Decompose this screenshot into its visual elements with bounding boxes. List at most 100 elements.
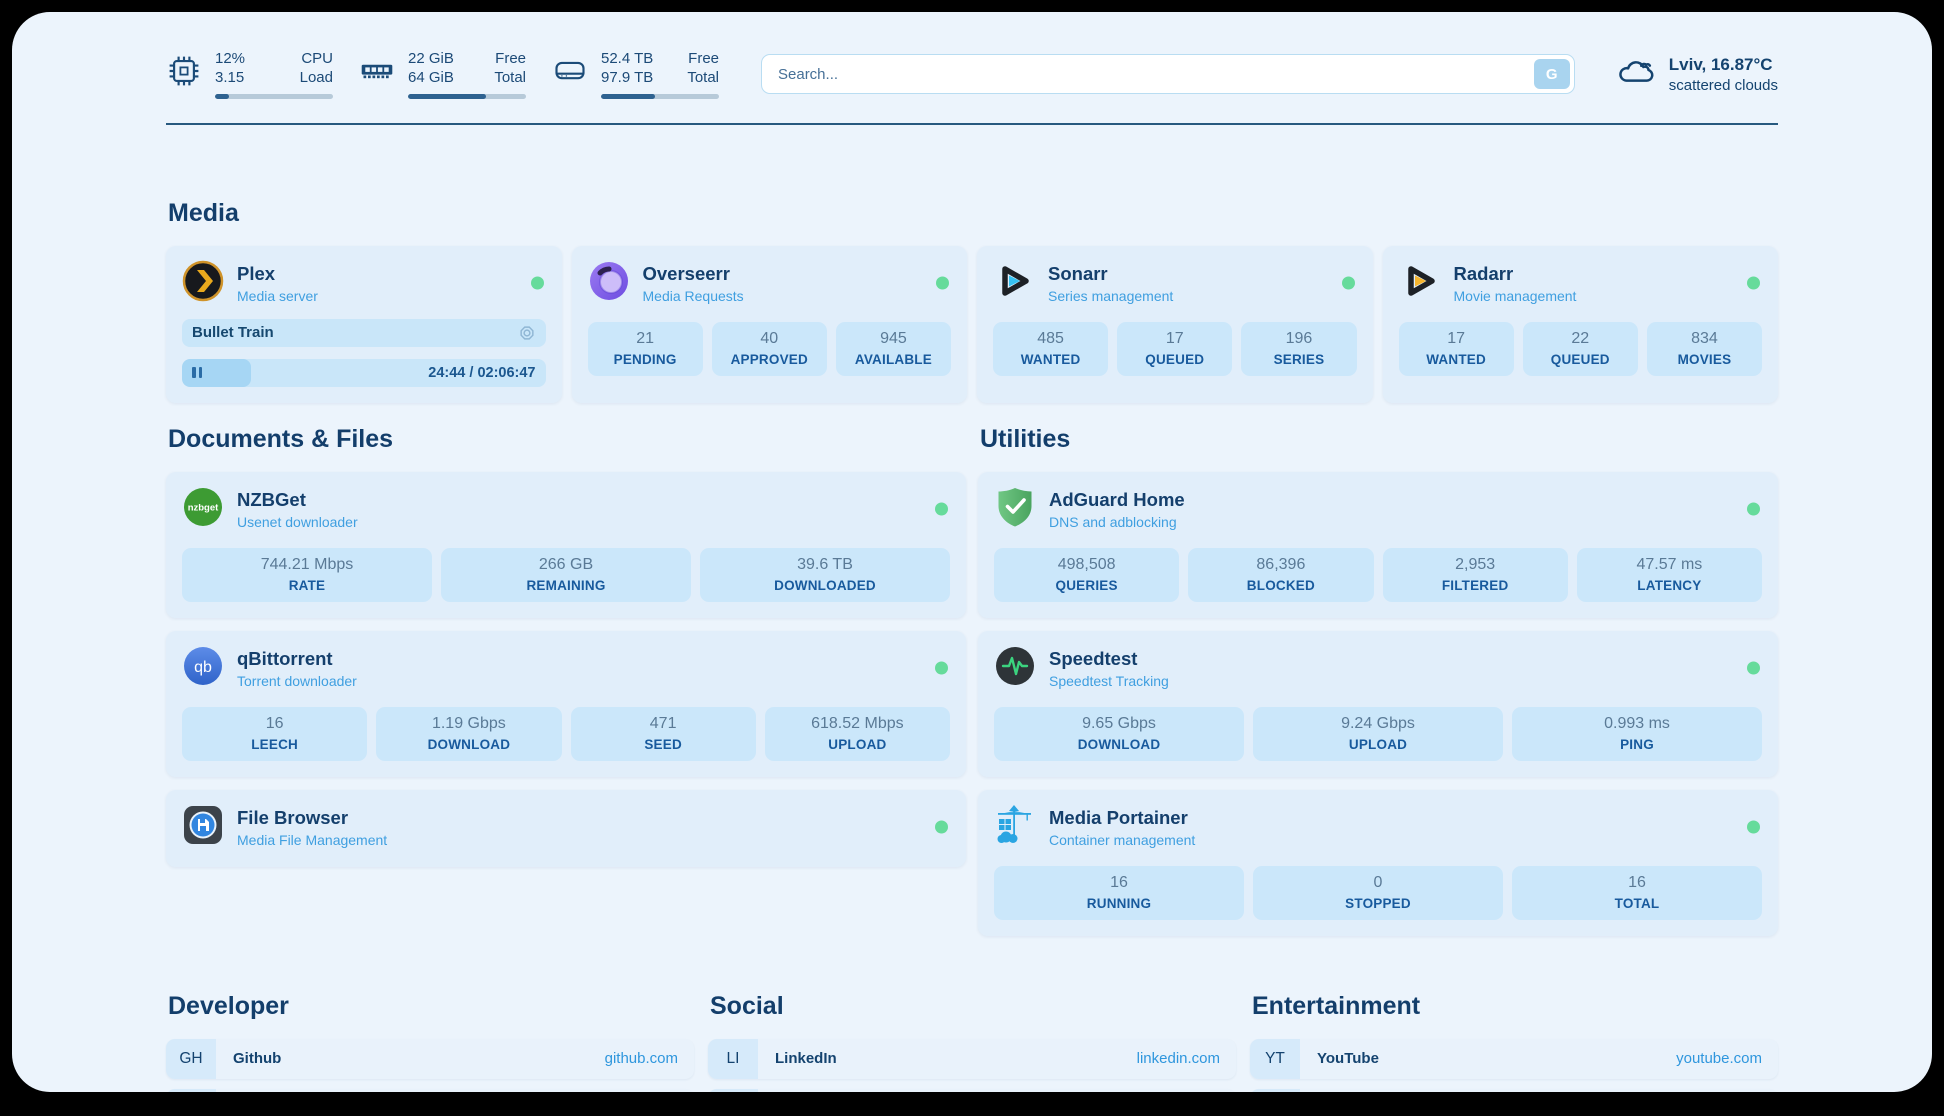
stat-upload: 618.52 Mbps UPLOAD: [765, 707, 950, 761]
qbittorrent-icon: qb: [182, 645, 224, 692]
link-twitter[interactable]: TW Twitter twitter.com: [708, 1089, 1236, 1093]
search-input[interactable]: [761, 54, 1575, 94]
card-sonarr[interactable]: Sonarr Series management 485 WANTED 17 Q…: [977, 246, 1373, 403]
link-abbr-badge: GH: [166, 1039, 216, 1079]
status-dot: [1747, 821, 1760, 834]
nzbget-icon: nzbget: [182, 486, 224, 533]
stat-download: 1.19 Gbps DOWNLOAD: [376, 707, 561, 761]
card-filebrowser[interactable]: File Browser Media File Management: [166, 790, 966, 867]
ram-label-1: Free: [494, 50, 526, 69]
stat-approved: 40 APPROVED: [712, 322, 827, 376]
ram-label-2: Total: [494, 69, 526, 88]
app-subtitle: Torrent downloader: [237, 673, 357, 689]
app-title: Overseerr: [643, 263, 744, 285]
status-dot: [1747, 503, 1760, 516]
card-qbittorrent[interactable]: qb qBittorrent Torrent downloader 16 LEE…: [166, 631, 966, 777]
dashboard-page: 12% 3.15 CPU Load: [12, 12, 1932, 1092]
plex-icon: [182, 260, 224, 307]
card-radarr[interactable]: Radarr Movie management 17 WANTED 22 QUE…: [1383, 246, 1779, 403]
stat-queries: 498,508 QUERIES: [994, 548, 1179, 602]
ram-icon: [359, 53, 395, 94]
app-title: Speedtest: [1049, 648, 1169, 670]
entertainment-section-title: Entertainment: [1252, 992, 1778, 1021]
ram-progress-track: [408, 94, 526, 99]
disk-total-value: 97.9 TB: [601, 69, 653, 88]
media-section-title: Media: [168, 199, 1778, 228]
cpu-percent: 12%: [215, 50, 245, 69]
cloud-icon: [1615, 51, 1657, 98]
now-playing-title: Bullet Train: [192, 324, 274, 341]
stat-stopped: 0 STOPPED: [1253, 866, 1503, 920]
stat-running: 16 RUNNING: [994, 866, 1244, 920]
status-dot: [1747, 277, 1760, 290]
link-abbr-badge: LI: [708, 1039, 758, 1079]
link-linkedin[interactable]: LI LinkedIn linkedin.com: [708, 1039, 1236, 1079]
stat-downloaded: 39.6 TB DOWNLOADED: [700, 548, 950, 602]
link-abbr-badge: TW: [708, 1089, 758, 1093]
app-subtitle: Speedtest Tracking: [1049, 673, 1169, 689]
radarr-icon: [1399, 260, 1441, 307]
link-stackoverflow[interactable]: SO StackOverflow stackoverflow.com: [166, 1089, 694, 1093]
svg-text:qb: qb: [194, 659, 212, 676]
sonarr-icon: [993, 260, 1035, 307]
status-dot: [531, 277, 544, 290]
card-nzbget[interactable]: nzbget NZBGet Usenet downloader 744.21 M…: [166, 472, 966, 618]
stat-leech: 16 LEECH: [182, 707, 367, 761]
cpu-widget: 12% 3.15 CPU Load: [166, 50, 333, 99]
app-title: Media Portainer: [1049, 807, 1195, 829]
developer-section-title: Developer: [168, 992, 694, 1021]
stat-ping: 0.993 ms PING: [1512, 707, 1762, 761]
cpu-label-2: Load: [300, 69, 333, 88]
stat-queued: 22 QUEUED: [1523, 322, 1638, 376]
adguard-shield-icon: [994, 486, 1036, 533]
now-playing-row: Bullet Train: [182, 319, 546, 347]
card-overseerr[interactable]: Overseerr Media Requests 21 PENDING 40 A…: [572, 246, 968, 403]
utilities-section-title: Utilities: [980, 425, 1778, 454]
disk-progress-track: [601, 94, 719, 99]
card-portainer[interactable]: Media Portainer Container management 16 …: [978, 790, 1778, 936]
app-subtitle: Usenet downloader: [237, 514, 358, 530]
app-subtitle: Movie management: [1454, 288, 1577, 304]
header-divider: [166, 123, 1778, 125]
playback-time: 24:44 / 02:06:47: [428, 365, 535, 381]
session-camera-icon[interactable]: [518, 324, 536, 342]
status-dot: [935, 503, 948, 516]
portainer-crane-icon: [994, 804, 1036, 851]
stat-download: 9.65 Gbps DOWNLOAD: [994, 707, 1244, 761]
link-github[interactable]: GH Github github.com: [166, 1039, 694, 1079]
app-title: AdGuard Home: [1049, 489, 1185, 511]
disk-label-1: Free: [687, 50, 719, 69]
documents-section-title: Documents & Files: [168, 425, 966, 454]
cpu-icon: [166, 53, 202, 94]
stat-series: 196 SERIES: [1241, 322, 1356, 376]
card-adguard[interactable]: AdGuard Home DNS and adblocking 498,508 …: [978, 472, 1778, 618]
app-subtitle: DNS and adblocking: [1049, 514, 1185, 530]
playback-progress-bar: 24:44 / 02:06:47: [182, 359, 546, 387]
app-title: File Browser: [237, 807, 387, 829]
stat-wanted: 485 WANTED: [993, 322, 1108, 376]
weather-condition: scattered clouds: [1669, 77, 1778, 94]
app-subtitle: Series management: [1048, 288, 1173, 304]
link-netflix[interactable]: NF Netflix netflix.com: [1250, 1089, 1778, 1093]
social-section-title: Social: [710, 992, 1236, 1021]
stat-filtered: 2,953 FILTERED: [1383, 548, 1568, 602]
app-title: Sonarr: [1048, 263, 1173, 285]
app-title: NZBGet: [237, 489, 358, 511]
link-abbr-badge: YT: [1250, 1039, 1300, 1079]
stat-latency: 47.57 ms LATENCY: [1577, 548, 1762, 602]
cpu-progress-fill: [215, 94, 229, 99]
ram-widget: 22 GiB 64 GiB Free Total: [359, 50, 526, 99]
card-speedtest[interactable]: Speedtest Speedtest Tracking 9.65 Gbps D…: [978, 631, 1778, 777]
stat-queued: 17 QUEUED: [1117, 322, 1232, 376]
app-subtitle: Media Requests: [643, 288, 744, 304]
card-plex[interactable]: Plex Media server Bullet Train: [166, 246, 562, 403]
disk-free-value: 52.4 TB: [601, 50, 653, 69]
search-engine-button[interactable]: G: [1534, 59, 1570, 89]
status-dot: [936, 277, 949, 290]
stat-available: 945 AVAILABLE: [836, 322, 951, 376]
stat-rate: 744.21 Mbps RATE: [182, 548, 432, 602]
app-title: qBittorrent: [237, 648, 357, 670]
disk-icon: [552, 53, 588, 94]
link-youtube[interactable]: YT YouTube youtube.com: [1250, 1039, 1778, 1079]
stat-remaining: 266 GB REMAINING: [441, 548, 691, 602]
